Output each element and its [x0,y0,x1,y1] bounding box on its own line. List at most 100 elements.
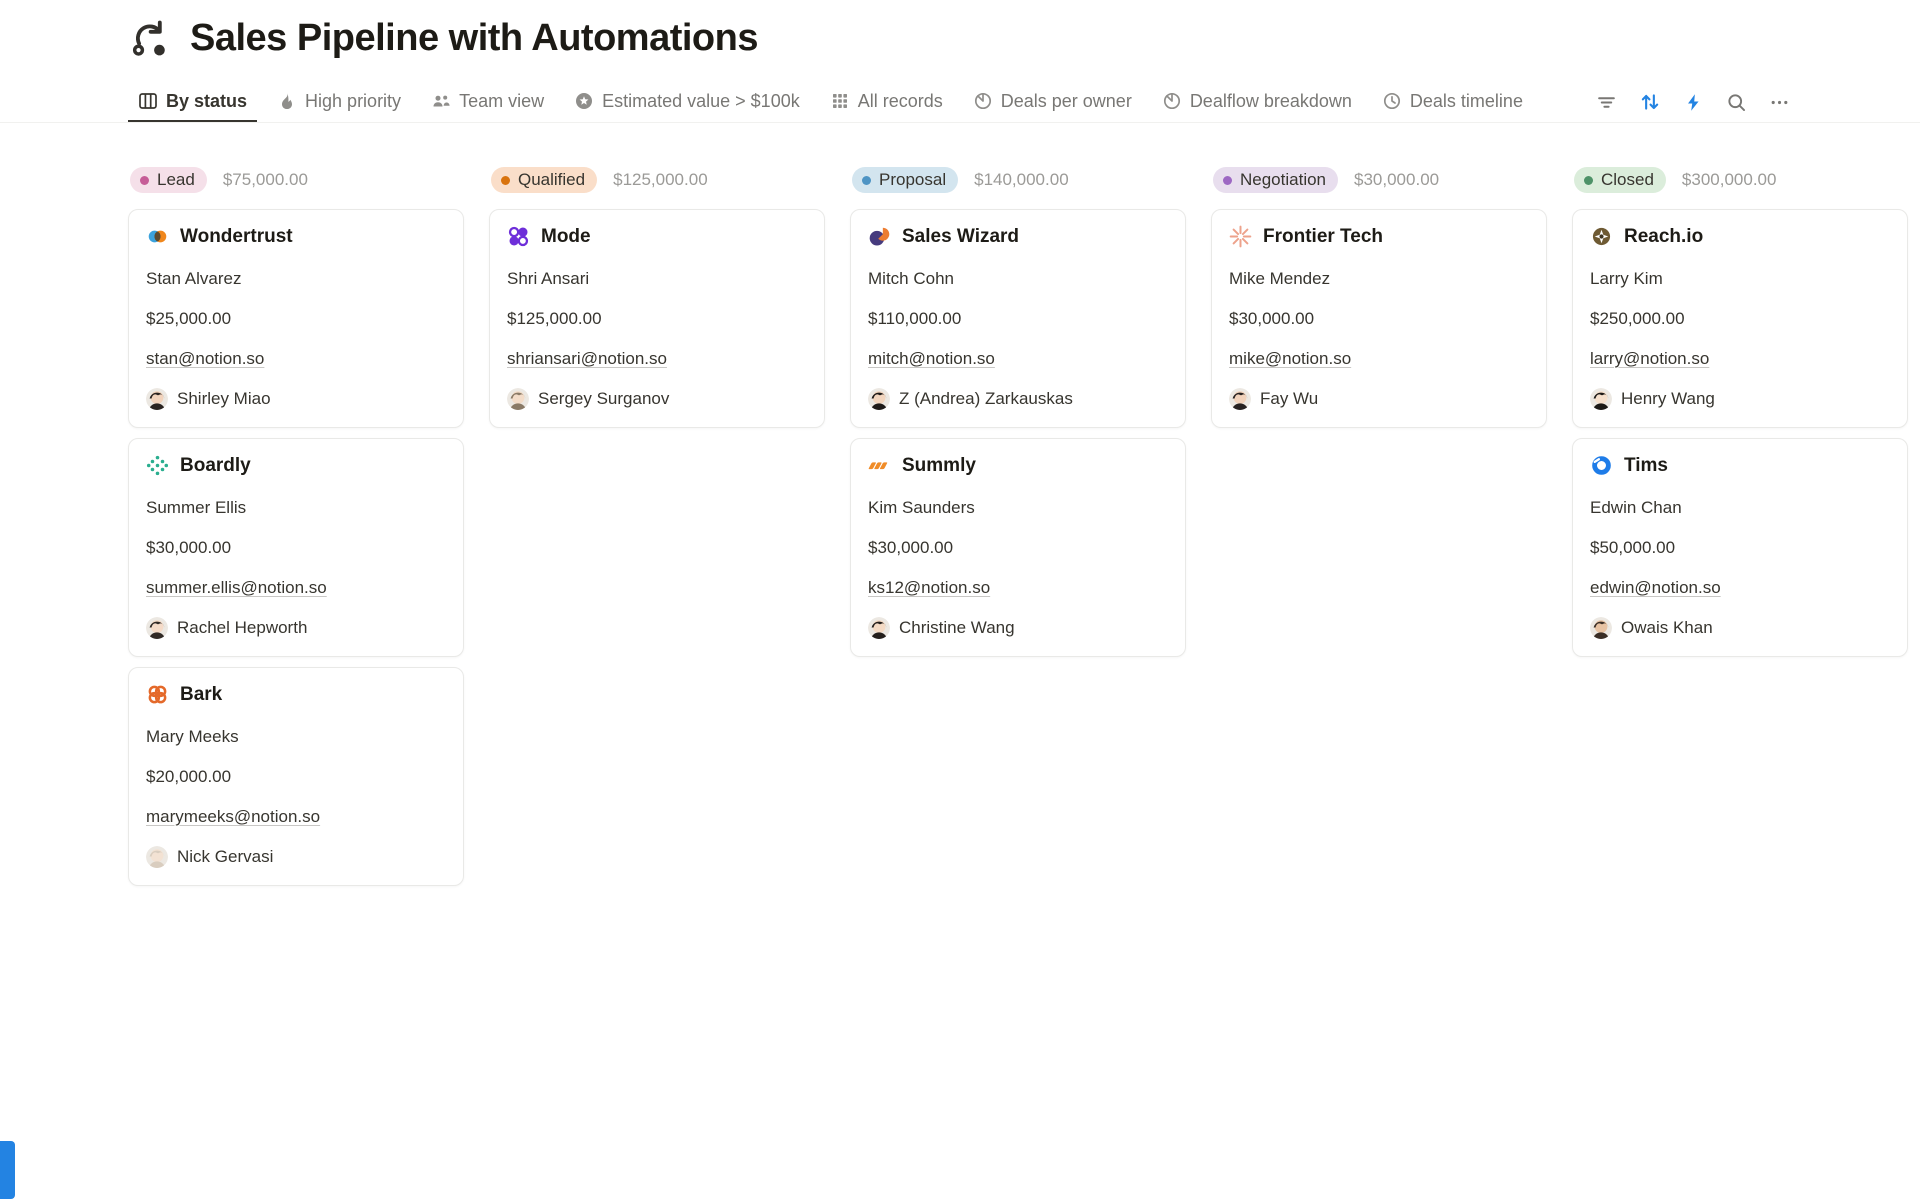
deal-card-wondertrust[interactable]: WondertrustStan Alvarez$25,000.00stan@no… [128,209,464,428]
sales-wizard-logo [868,225,891,248]
status-dot [1584,176,1593,185]
deal-value: $110,000.00 [868,308,1168,329]
owner-row: Owais Khan [1590,617,1890,639]
tab-by-status[interactable]: By status [128,82,257,122]
status-pill-qualified[interactable]: Qualified [491,167,597,193]
column-header: Lead $75,000.00 [128,165,464,195]
pie-chart-icon [1162,91,1182,111]
deal-card-frontier-tech[interactable]: Frontier TechMike Mendez$30,000.00mike@n… [1211,209,1547,428]
column-sum: $125,000.00 [613,170,708,190]
view-toolbar [1596,82,1790,122]
tab-label: Deals timeline [1410,91,1523,112]
owner-name: Rachel Hepworth [177,618,307,638]
contact-email[interactable]: edwin@notion.so [1590,577,1890,598]
company-name: Summly [902,455,976,477]
owner-name: Shirley Miao [177,389,271,409]
status-pill-closed[interactable]: Closed [1574,167,1666,193]
contact-email[interactable]: marymeeks@notion.so [146,806,446,827]
status-dot [501,176,510,185]
owner-avatar [868,388,890,410]
tab-label: Team view [459,91,544,112]
summly-logo [868,454,891,477]
column-sum: $300,000.00 [1682,170,1777,190]
contact-email[interactable]: ks12@notion.so [868,577,1168,598]
owner-avatar [146,617,168,639]
column-proposal: Proposal$140,000.00Sales WizardMitch Coh… [850,165,1186,667]
column-sum: $75,000.00 [223,170,308,190]
grid-icon [830,91,850,111]
tab-label: Estimated value > $100k [602,91,800,112]
tab-label: Dealflow breakdown [1190,91,1352,112]
owner-avatar [146,388,168,410]
owner-row: Fay Wu [1229,388,1529,410]
frontier-tech-logo [1229,225,1252,248]
column-header: Proposal $140,000.00 [850,165,1186,195]
contact-email[interactable]: mike@notion.so [1229,348,1529,369]
tab-label: High priority [305,91,401,112]
owner-row: Nick Gervasi [146,846,446,868]
tab-label: All records [858,91,943,112]
wondertrust-logo [146,225,169,248]
sort-icon[interactable] [1639,91,1661,113]
clock-icon [1382,91,1402,111]
owner-name: Fay Wu [1260,389,1318,409]
more-icon[interactable] [1769,92,1790,113]
zap-icon[interactable] [1683,92,1704,113]
flame-icon [277,91,297,111]
contact-email[interactable]: stan@notion.so [146,348,446,369]
owner-row: Rachel Hepworth [146,617,446,639]
deal-card-summly[interactable]: SummlyKim Saunders$30,000.00ks12@notion.… [850,438,1186,657]
boardly-logo [146,454,169,477]
tab-all-records[interactable]: All records [820,82,953,122]
status-pill-proposal[interactable]: Proposal [852,167,958,193]
owner-name: Christine Wang [899,618,1015,638]
contact-email[interactable]: mitch@notion.so [868,348,1168,369]
deal-card-boardly[interactable]: BoardlySummer Ellis$30,000.00summer.elli… [128,438,464,657]
tab-label: By status [166,91,247,112]
deal-card-reach-io[interactable]: Reach.ioLarry Kim$250,000.00larry@notion… [1572,209,1908,428]
column-header: Negotiation$30,000.00 [1211,165,1547,195]
owner-name: Z (Andrea) Zarkauskas [899,389,1073,409]
contact-name: Mike Mendez [1229,268,1529,289]
tab-estimated-value-100k[interactable]: Estimated value > $100k [564,82,810,122]
owner-name: Owais Khan [1621,618,1713,638]
owner-avatar [1590,617,1612,639]
contact-email[interactable]: larry@notion.so [1590,348,1890,369]
deal-value: $30,000.00 [868,537,1168,558]
contact-name: Mitch Cohn [868,268,1168,289]
column-closed: Closed $300,000.00 Reach.ioLarry Kim$250,0… [1572,165,1908,667]
search-icon[interactable] [1726,92,1747,113]
status-label: Negotiation [1240,170,1326,190]
bottom-left-peek-button[interactable] [0,1141,15,1199]
filter-icon[interactable] [1596,92,1617,113]
deal-card-tims[interactable]: TimsEdwin Chan$50,000.00edwin@notion.so … [1572,438,1908,657]
board-columns-icon [138,91,158,111]
owner-name: Sergey Surganov [538,389,669,409]
deal-card-mode[interactable]: ModeShri Ansari$125,000.00shriansari@not… [489,209,825,428]
status-dot [140,176,149,185]
tab-dealflow-breakdown[interactable]: Dealflow breakdown [1152,82,1362,122]
owner-avatar [868,617,890,639]
column-sum: $140,000.00 [974,170,1069,190]
tab-high-priority[interactable]: High priority [267,82,411,122]
contact-email[interactable]: summer.ellis@notion.so [146,577,446,598]
owner-row: Christine Wang [868,617,1168,639]
view-tabbar: By status High priority Team view Estimated… [0,82,1920,123]
owner-avatar [146,846,168,868]
contact-email[interactable]: shriansari@notion.so [507,348,807,369]
column-negotiation: Negotiation$30,000.00 Frontier TechMike M… [1211,165,1547,438]
status-pill-negotiation[interactable]: Negotiation [1213,167,1338,193]
status-pill-lead[interactable]: Lead [130,167,207,193]
owner-name: Nick Gervasi [177,847,273,867]
tab-team-view[interactable]: Team view [421,82,554,122]
owner-avatar [1590,388,1612,410]
company-name: Boardly [180,455,251,477]
pie-chart-icon [973,91,993,111]
deal-card-sales-wizard[interactable]: Sales WizardMitch Cohn$110,000.00mitch@n… [850,209,1186,428]
company-name: Tims [1624,455,1668,477]
tab-deals-per-owner[interactable]: Deals per owner [963,82,1142,122]
automation-arrow-icon [128,16,174,60]
column-lead: Lead $75,000.00 WondertrustStan Alvarez$25… [128,165,464,896]
tab-deals-timeline[interactable]: Deals timeline [1372,82,1533,122]
deal-card-bark[interactable]: BarkMary Meeks$20,000.00marymeeks@notion… [128,667,464,886]
